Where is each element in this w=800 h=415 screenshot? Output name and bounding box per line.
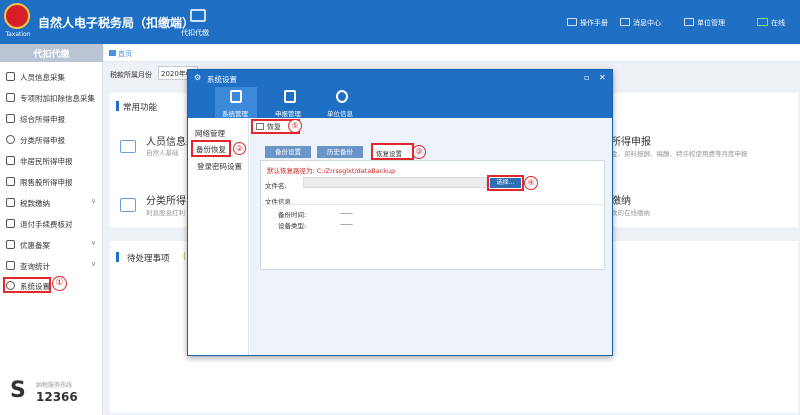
common-functions-title: 常用功能 bbox=[123, 103, 158, 113]
sidebar-item-classified[interactable]: 分类所得申报 bbox=[0, 130, 103, 150]
person-icon bbox=[6, 72, 15, 81]
agent-tab-icon[interactable] bbox=[190, 9, 206, 22]
tab-restore-settings[interactable]: 恢复设置 bbox=[376, 148, 402, 158]
manual-icon[interactable] bbox=[567, 18, 577, 26]
file-name-input[interactable] bbox=[303, 177, 487, 188]
people-icon[interactable] bbox=[336, 90, 348, 103]
manual-link[interactable]: 操作手册 bbox=[580, 18, 608, 28]
nav-backup-restore[interactable]: 备份恢复 bbox=[196, 144, 226, 155]
sidebar-item-nonresident[interactable]: 非居民所得申报 bbox=[0, 151, 103, 171]
close-button[interactable]: ✕ bbox=[599, 73, 606, 82]
monitor-icon[interactable] bbox=[684, 18, 694, 26]
classified-card-desc: 利息股息红利 bbox=[146, 209, 185, 217]
step-marker-2: ② bbox=[233, 142, 246, 155]
step-marker-1: ① bbox=[52, 276, 67, 291]
emblem-text: Taxation bbox=[5, 31, 31, 38]
sidebar-item-special-deduction[interactable]: 专项附加扣除信息采集 bbox=[0, 88, 103, 108]
check-icon bbox=[6, 219, 15, 228]
sidebar-item-query[interactable]: 查询统计 ∨ bbox=[0, 256, 103, 276]
tab-declaration-label[interactable]: 申报管理 bbox=[275, 108, 301, 118]
step-marker-5: ⑤ bbox=[288, 119, 302, 133]
chevron-down-icon: ∨ bbox=[91, 197, 97, 205]
sidebar-item-comprehensive[interactable]: 综合所得申报 bbox=[0, 109, 103, 129]
backup-time-label: 备份时间: bbox=[278, 211, 307, 219]
divider bbox=[260, 204, 605, 205]
tab-system-label[interactable]: 系统管理 bbox=[222, 108, 248, 118]
lock-icon[interactable] bbox=[230, 90, 242, 103]
sidebar-title: 代扣代缴 bbox=[33, 50, 70, 60]
dialog-title: 系统设置 bbox=[207, 75, 237, 84]
breadcrumb-home[interactable]: 首页 bbox=[118, 49, 132, 59]
message-center-link[interactable]: 消息中心 bbox=[633, 18, 661, 28]
nav-network-management[interactable]: 网络管理 bbox=[195, 128, 225, 139]
declare-icon[interactable] bbox=[284, 90, 296, 103]
sidebar-item-restricted-stock[interactable]: 限售股所得申报 bbox=[0, 172, 103, 192]
choose-file-button[interactable]: 选择... bbox=[490, 178, 521, 188]
restore-button[interactable]: 恢复 bbox=[267, 122, 281, 132]
nav-login-password[interactable]: 登录密码设置 bbox=[197, 161, 242, 172]
emblem-icon bbox=[4, 3, 30, 29]
document-icon bbox=[6, 114, 15, 123]
dialog-title-bar[interactable] bbox=[188, 70, 612, 87]
agent-tab-label[interactable]: 代扣代缴 bbox=[181, 28, 209, 38]
sidebar-item-personnel[interactable]: 人员信息采集 bbox=[0, 67, 103, 87]
section-accent bbox=[116, 101, 119, 111]
breadcrumb bbox=[104, 44, 800, 62]
chevron-down-icon: ∨ bbox=[91, 239, 97, 247]
restore-icon[interactable] bbox=[256, 123, 264, 130]
pending-count: ( bbox=[183, 252, 187, 262]
online-icon bbox=[757, 18, 768, 26]
income-card-desc: 金、资料报酬、稿酬、特许权使用费等月度申报 bbox=[611, 150, 748, 158]
sidebar-item-tax-payment[interactable]: 税款缴纳 ∨ bbox=[0, 193, 103, 213]
person-icon bbox=[6, 156, 15, 165]
stock-icon bbox=[6, 177, 15, 186]
pending-title: 待处理事项 bbox=[127, 254, 170, 264]
file-name-label: 文件名: bbox=[265, 182, 287, 190]
edit-icon[interactable] bbox=[120, 198, 136, 212]
chart-icon bbox=[6, 261, 15, 270]
device-type-value: —— bbox=[340, 220, 353, 228]
chevron-down-icon: ∨ bbox=[91, 260, 97, 268]
sidebar-item-preferential[interactable]: 优惠备案 ∨ bbox=[0, 235, 103, 255]
hotline-number: 12366 bbox=[36, 390, 78, 404]
tab-backup-settings[interactable]: 备份设置 bbox=[265, 146, 311, 158]
step-marker-3: ③ bbox=[412, 145, 426, 159]
tax-period-label: 税款所属月份 bbox=[110, 71, 152, 79]
step-marker-4: ④ bbox=[524, 176, 538, 190]
id-card-icon[interactable] bbox=[120, 140, 136, 153]
online-status: 在线 bbox=[771, 19, 785, 27]
hotline-label: 纳税服务热线 bbox=[36, 382, 73, 389]
device-type-label: 设备类型: bbox=[278, 222, 307, 230]
payment-card-desc: 款的在线缴纳 bbox=[611, 209, 650, 217]
payment-card-title[interactable]: 缴纳 bbox=[611, 192, 631, 207]
gear-icon: ⚙ bbox=[194, 73, 202, 82]
section-accent bbox=[116, 252, 119, 262]
sidebar-item-refund-check[interactable]: 退付手续费核对 bbox=[0, 214, 103, 234]
default-restore-path: 默认恢复路径为: C:/Zrrssglxt/dataBackup bbox=[267, 167, 396, 175]
discount-icon bbox=[6, 240, 15, 249]
mail-icon[interactable] bbox=[620, 18, 630, 26]
unit-management-link[interactable]: 单位管理 bbox=[697, 18, 725, 28]
wallet-icon bbox=[6, 198, 15, 207]
maximize-button[interactable]: ▫ bbox=[584, 73, 589, 82]
list-icon bbox=[6, 93, 15, 102]
backup-time-value: —— bbox=[340, 209, 353, 217]
tab-history-backup[interactable]: 历史备份 bbox=[317, 146, 363, 158]
tab-unit-label[interactable]: 单位信息 bbox=[327, 108, 353, 118]
hotline-icon: S bbox=[10, 378, 26, 403]
income-card-title[interactable]: 所得申报 bbox=[611, 133, 651, 148]
pie-icon bbox=[6, 135, 15, 144]
app-title: 自然人电子税务局（扣缴端） bbox=[38, 16, 195, 30]
settings-highlight bbox=[3, 277, 51, 293]
personnel-card-desc: 自然人基础 bbox=[146, 149, 179, 157]
home-icon bbox=[109, 50, 116, 56]
